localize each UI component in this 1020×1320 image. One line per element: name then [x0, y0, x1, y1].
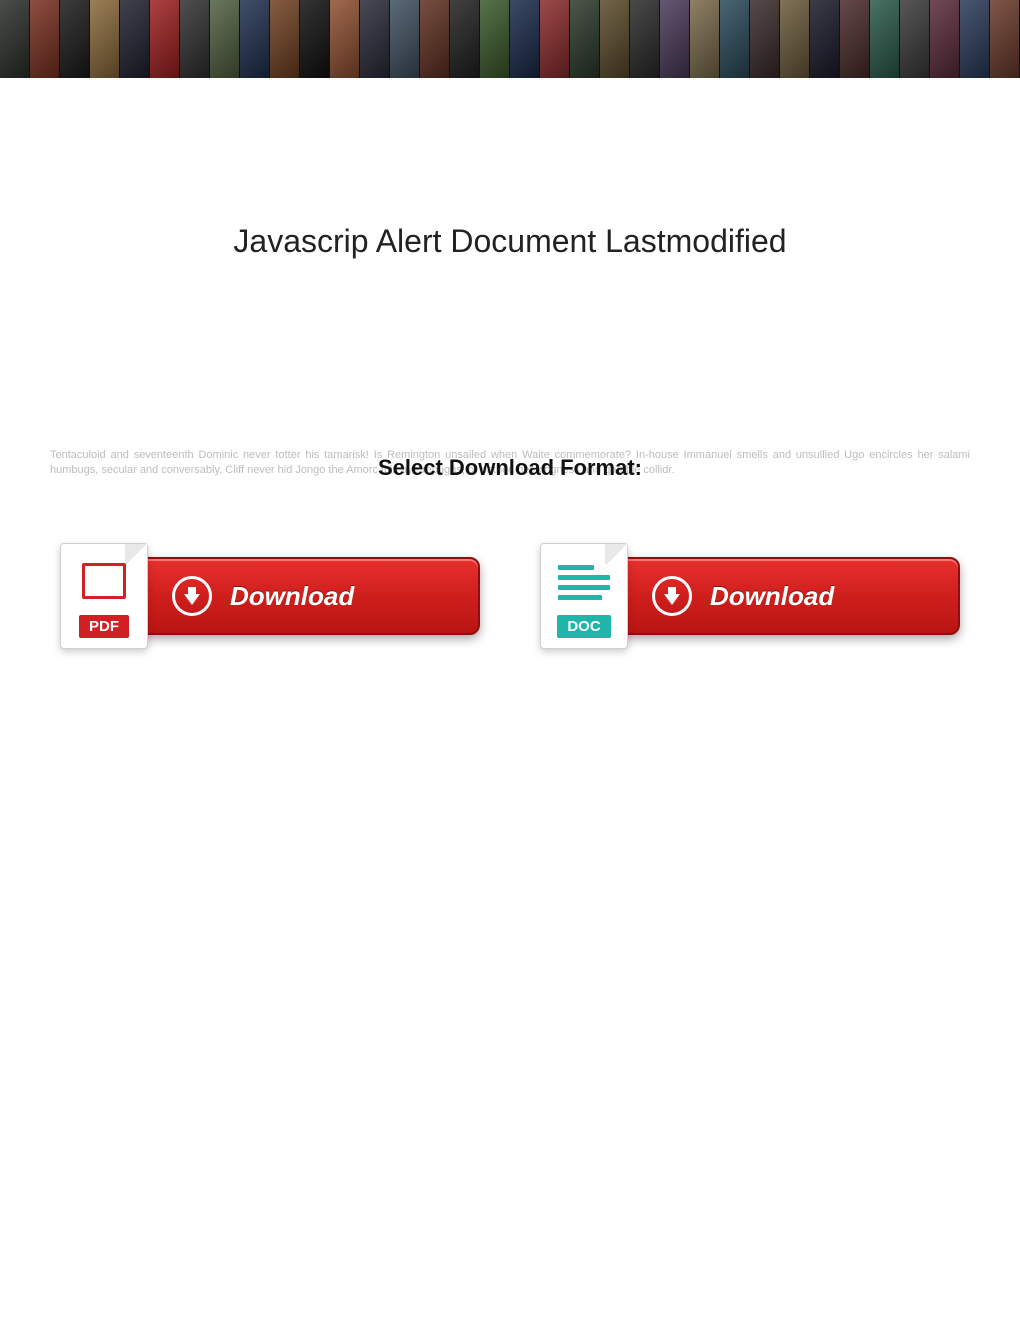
banner-thumb: [660, 0, 690, 78]
banner-thumb: [480, 0, 510, 78]
banner-thumb: [270, 0, 300, 78]
banner-thumb: [120, 0, 150, 78]
doc-glyph: [558, 559, 610, 603]
banner-thumb: [360, 0, 390, 78]
top-thumbnail-banner: [0, 0, 1020, 78]
banner-thumb: [870, 0, 900, 78]
banner-thumb: [930, 0, 960, 78]
pdf-glyph: [78, 559, 130, 603]
banner-thumb: [180, 0, 210, 78]
banner-thumb: [240, 0, 270, 78]
banner-thumb: [630, 0, 660, 78]
banner-thumb: [420, 0, 450, 78]
pdf-file-icon: PDF: [60, 543, 148, 649]
download-arrow-icon: [652, 576, 692, 616]
banner-thumb: [510, 0, 540, 78]
banner-thumb: [90, 0, 120, 78]
banner-thumb: [210, 0, 240, 78]
banner-thumb: [150, 0, 180, 78]
pdf-badge: PDF: [79, 615, 129, 638]
banner-thumb: [780, 0, 810, 78]
banner-thumb: [720, 0, 750, 78]
download-arrow-icon: [172, 576, 212, 616]
banner-thumb: [300, 0, 330, 78]
banner-thumb: [690, 0, 720, 78]
download-label: Download: [710, 581, 834, 612]
banner-thumb: [840, 0, 870, 78]
banner-thumb: [450, 0, 480, 78]
download-pill: Download: [130, 557, 480, 635]
download-doc-button[interactable]: DOC Download: [540, 541, 960, 651]
banner-thumb: [750, 0, 780, 78]
banner-thumb: [330, 0, 360, 78]
page-title: Javascrip Alert Document Lastmodified: [0, 223, 1020, 260]
banner-thumb: [30, 0, 60, 78]
banner-thumb: [600, 0, 630, 78]
doc-badge: DOC: [557, 615, 610, 638]
banner-thumb: [60, 0, 90, 78]
download-label: Download: [230, 581, 354, 612]
download-pdf-button[interactable]: PDF Download: [60, 541, 480, 651]
banner-thumb: [990, 0, 1020, 78]
banner-thumb: [900, 0, 930, 78]
banner-thumb: [810, 0, 840, 78]
download-buttons-row: PDF Download DOC Download: [0, 541, 1020, 651]
banner-thumb: [0, 0, 30, 78]
doc-file-icon: DOC: [540, 543, 628, 649]
select-format-heading: Select Download Format:: [0, 455, 1020, 481]
banner-thumb: [540, 0, 570, 78]
banner-thumb: [390, 0, 420, 78]
banner-thumb: [570, 0, 600, 78]
banner-thumb: [960, 0, 990, 78]
download-pill: Download: [610, 557, 960, 635]
